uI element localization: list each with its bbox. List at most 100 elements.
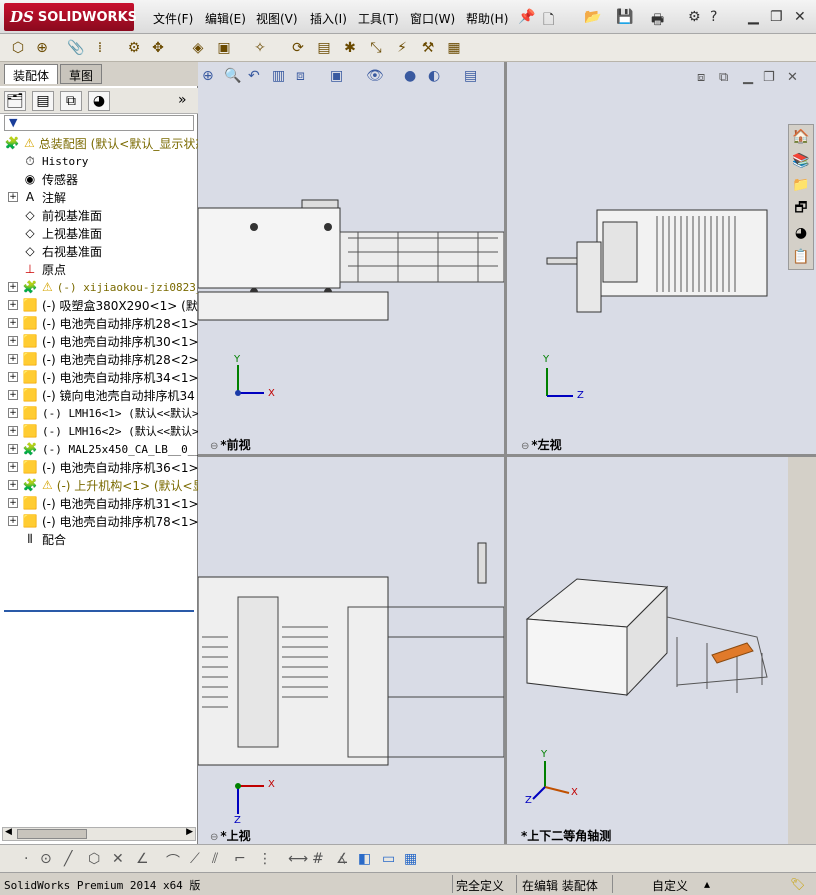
centerline-icon[interactable]: ⌐ xyxy=(234,851,246,867)
save-icon[interactable]: 💾 xyxy=(616,9,633,25)
expand-icon[interactable]: + xyxy=(8,282,18,292)
rollback-bar[interactable] xyxy=(4,610,194,612)
units-selector[interactable]: 自定义 xyxy=(652,877,688,894)
reference-geometry-icon[interactable]: ✧ xyxy=(250,38,270,58)
viewport-splitter-horizontal[interactable] xyxy=(198,454,816,457)
shaded-display-icon[interactable]: ◧ xyxy=(358,851,371,867)
section-view-icon[interactable]: ▥ xyxy=(272,68,285,84)
scroll-left-icon[interactable]: ◀ xyxy=(5,827,12,837)
expand-icon[interactable]: + xyxy=(8,354,18,364)
tree-node-annotations[interactable]: + A 注解 xyxy=(8,188,66,206)
file-explorer-icon[interactable]: 📁 xyxy=(791,175,811,195)
pin-icon[interactable]: 📌 xyxy=(518,9,535,25)
configuration-manager-icon[interactable]: ⧉ xyxy=(60,91,82,111)
edit-component-icon[interactable]: ⬡ xyxy=(8,38,28,58)
tree-node-component[interactable]: + 🧩 ⚠ (-) xijiaokou-jzi0823_d xyxy=(8,278,198,296)
tree-node-right-plane[interactable]: ◇ 右视基准面 xyxy=(22,242,102,260)
angle-icon[interactable]: ∡ xyxy=(336,851,349,867)
zoom-to-area-icon[interactable]: 🔍 xyxy=(224,68,241,84)
tree-node-front-plane[interactable]: ◇ 前视基准面 xyxy=(22,206,102,224)
tree-node-component[interactable]: + 🧩 ⚠ (-) 上升机构<1> (默认<显 xyxy=(8,476,198,494)
viewport-splitter-vertical[interactable] xyxy=(504,62,507,844)
extend-icon[interactable]: ∠ xyxy=(136,851,149,867)
line-icon[interactable]: ╱ xyxy=(64,851,72,867)
expand-icon[interactable]: + xyxy=(8,192,18,202)
scrollbar-thumb[interactable] xyxy=(17,829,87,839)
property-manager-icon[interactable]: ▤ xyxy=(32,91,54,111)
explode-line-sketch-icon[interactable]: ⤡ xyxy=(366,38,386,58)
tree-root[interactable]: 🧩 ⚠总装配图 (默认<默认_显示状态-1>) xyxy=(4,134,198,152)
edit-appearance-icon[interactable]: ● xyxy=(404,68,416,84)
tree-node-component[interactable]: + 🧩 (-) MAL25x450_CA_LB__0__MA xyxy=(8,440,198,458)
viewport-isometric[interactable]: Y X Z *上下二等角轴测 xyxy=(507,457,788,844)
expand-icon[interactable]: + xyxy=(8,408,18,418)
menu-file[interactable]: 文件(F) xyxy=(153,10,193,27)
view-table-icon[interactable]: ▦ xyxy=(404,851,417,867)
viewport-minimize-icon[interactable]: ▁ xyxy=(743,70,753,85)
new-document-icon[interactable]: 🗋 xyxy=(543,9,554,33)
tab-assembly[interactable]: 装配体 xyxy=(4,64,59,84)
grid-icon[interactable]: # xyxy=(312,851,324,867)
show-hidden-icon[interactable]: ◈ xyxy=(188,38,208,58)
viewport-tile-icon[interactable]: ⧈ xyxy=(697,70,705,85)
view-orientation-icon[interactable]: ⧈ xyxy=(296,68,305,84)
menu-insert[interactable]: 插入(I) xyxy=(310,10,347,27)
filter-field[interactable]: ▼ xyxy=(4,115,194,131)
home-icon[interactable]: 🏠 xyxy=(791,127,811,147)
expand-icon[interactable]: + xyxy=(8,516,18,526)
wireframe-display-icon[interactable]: ▭ xyxy=(382,851,395,867)
expand-icon[interactable]: + xyxy=(8,300,18,310)
design-library-icon[interactable]: 📚 xyxy=(791,151,811,171)
viewport-left[interactable]: ⧈ ⧉ ▁ ❐ ✕ Y Z ⊖ *左视 xyxy=(507,62,816,454)
viewport-split-icon[interactable]: ⧉ xyxy=(719,70,728,85)
dimension-icon[interactable]: ⟷ xyxy=(288,851,308,867)
scroll-right-icon[interactable]: ▶ xyxy=(186,827,193,837)
expand-icon[interactable]: + xyxy=(8,336,18,346)
expand-chevron-icon[interactable]: » xyxy=(178,92,187,108)
display-style-icon[interactable]: ▣ xyxy=(330,68,343,84)
new-motion-study-icon[interactable]: ⟳ xyxy=(288,38,308,58)
menu-help[interactable]: 帮助(H) xyxy=(466,10,508,27)
view-settings-icon[interactable]: ▤ xyxy=(464,68,477,84)
menu-view[interactable]: 视图(V) xyxy=(256,10,298,27)
expand-icon[interactable]: + xyxy=(8,498,18,508)
minimize-icon[interactable]: ▁ xyxy=(748,9,759,25)
restore-icon[interactable]: ❐ xyxy=(770,9,783,25)
menu-tools[interactable]: 工具(T) xyxy=(358,10,399,27)
trim-icon[interactable]: ✕ xyxy=(112,851,124,867)
print-icon[interactable]: 🖶 xyxy=(651,9,664,33)
hide-show-items-icon[interactable]: 👁 xyxy=(366,68,384,84)
tree-node-history[interactable]: ⏱ History xyxy=(22,152,88,170)
tree-node-component[interactable]: + 🟨 (-) 电池壳自动排序机36<1> xyxy=(8,458,198,476)
help-icon[interactable]: ? xyxy=(710,9,717,25)
units-chevron-icon[interactable]: ▴ xyxy=(704,877,710,891)
display-manager-icon[interactable]: ◕ xyxy=(88,91,110,111)
expand-icon[interactable]: + xyxy=(8,372,18,382)
linear-pattern-icon[interactable]: ⁞ xyxy=(90,38,110,58)
offset-icon[interactable]: ⫽ xyxy=(212,851,218,867)
bill-of-materials-icon[interactable]: ▤ xyxy=(314,38,334,58)
tree-node-top-plane[interactable]: ◇ 上视基准面 xyxy=(22,224,102,242)
open-folder-icon[interactable]: 📂 xyxy=(584,9,601,25)
tree-node-component[interactable]: + 🟨 (-) 电池壳自动排序机30<1> xyxy=(8,332,198,350)
tree-node-component[interactable]: + 🟨 (-) 电池壳自动排序机34<1> xyxy=(8,368,198,386)
instant3d-icon[interactable]: ▦ xyxy=(444,38,464,58)
close-icon[interactable]: ✕ xyxy=(794,9,806,25)
tree-node-component[interactable]: + 🟨 (-) 电池壳自动排序机78<1> xyxy=(8,512,198,530)
tree-node-component[interactable]: + 🟨 (-) 镜向电池壳自动排序机34 xyxy=(8,386,195,404)
tree-node-component[interactable]: + 🟨 (-) LMH16<2> (默认<<默认>_ xyxy=(8,422,198,440)
tree-node-component[interactable]: + 🟨 (-) 电池壳自动排序机31<1> xyxy=(8,494,198,512)
point-icon[interactable]: · xyxy=(24,851,28,867)
expand-icon[interactable]: + xyxy=(8,426,18,436)
horizontal-scrollbar[interactable]: ◀ ▶ xyxy=(2,827,196,841)
tag-icon[interactable]: 🏷 xyxy=(790,877,805,891)
mate-icon[interactable]: 📎 xyxy=(66,38,86,58)
view-palette-icon[interactable]: 🗗 xyxy=(791,199,811,219)
circle-icon[interactable]: ⊙ xyxy=(40,851,52,867)
expand-icon[interactable]: + xyxy=(8,480,18,490)
solidworks-logo[interactable]: DS SOLIDWORKS xyxy=(4,3,137,31)
expand-icon[interactable]: + xyxy=(8,462,18,472)
tree-node-origin[interactable]: ⊥ 原点 xyxy=(22,260,66,278)
expand-icon[interactable]: + xyxy=(8,390,18,400)
apply-scene-icon[interactable]: ◐ xyxy=(428,68,440,84)
